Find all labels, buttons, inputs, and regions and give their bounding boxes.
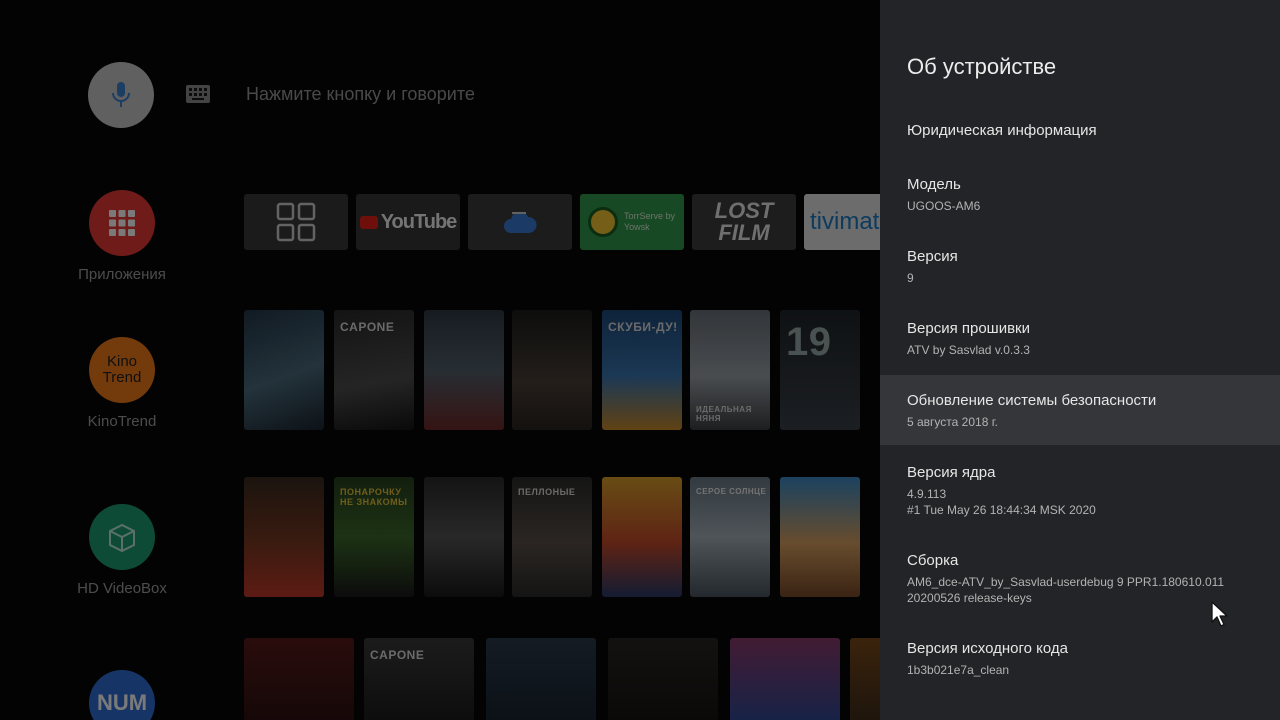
app-tile-tivimate[interactable]: tivimate <box>804 194 880 250</box>
launcher-background: Нажмите кнопку и говорите Приложения Kin… <box>0 0 880 720</box>
poster[interactable]: СЕРОЕ СОЛНЦЕ <box>690 477 770 597</box>
kinotrend-logo: Kino Trend <box>89 337 155 403</box>
keyboard-icon[interactable] <box>186 85 210 103</box>
poster[interactable] <box>608 638 718 720</box>
app-tile-cloud[interactable] <box>468 194 572 250</box>
poster[interactable] <box>424 477 504 597</box>
nav-kinotrend-label: KinoTrend <box>87 413 157 430</box>
poster[interactable]: 19 <box>780 310 860 430</box>
mouse-pointer-icon <box>1211 601 1228 627</box>
item-source-version[interactable]: Версия исходного кода 1b3b021e7a_clean <box>880 639 1280 699</box>
box-icon <box>109 523 135 553</box>
item-value-line2: #1 Tue May 26 18:44:34 MSK 2020 <box>907 503 1096 517</box>
panel-title: Об устройстве <box>907 54 1057 79</box>
item-firmware-version[interactable]: Версия прошивки ATV by Sasvlad v.0.3.3 <box>880 319 1280 379</box>
nav-hdvideobox-label: HD VideoBox <box>77 580 167 597</box>
item-value: 1b3b021e7a_clean <box>907 663 1010 677</box>
search-hint[interactable]: Нажмите кнопку и говорите <box>246 84 475 105</box>
microphone-icon <box>112 82 130 107</box>
poster[interactable] <box>424 310 504 430</box>
item-title: Версия ядра <box>907 464 996 481</box>
poster[interactable] <box>244 638 354 720</box>
poster[interactable]: CAPONE <box>334 310 414 430</box>
voice-search-button[interactable] <box>88 62 154 128</box>
item-security-update[interactable]: Обновление системы безопасности 5 август… <box>880 375 1280 445</box>
item-title: Версия исходного кода <box>907 640 1068 657</box>
poster[interactable]: CAPONE <box>364 638 474 720</box>
cloud-icon <box>504 211 537 233</box>
item-model[interactable]: Модель UGOOS-AM6 <box>880 175 1280 235</box>
nav-num[interactable]: NUM <box>72 670 172 720</box>
poster[interactable]: ПОНАРОЧКУ НЕ ЗНАКОМЫ <box>334 477 414 597</box>
item-value: 4.9.113 <box>907 487 947 501</box>
item-legal-info[interactable]: Юридическая информация <box>880 121 1280 161</box>
poster[interactable] <box>486 638 596 720</box>
item-kernel-version[interactable]: Версия ядра 4.9.113 #1 Tue May 26 18:44:… <box>880 463 1280 533</box>
item-version[interactable]: Версия 9 <box>880 247 1280 307</box>
item-value: AM6_dce-ATV_by_Sasvlad-userdebug 9 PPR1.… <box>907 575 1225 589</box>
item-title: Обновление системы безопасности <box>907 392 1157 409</box>
item-title: Версия прошивки <box>907 320 1030 337</box>
app-tile-all-apps[interactable] <box>244 194 348 250</box>
poster[interactable] <box>602 477 682 597</box>
apps-grid-icon <box>276 202 316 242</box>
num-logo: NUM <box>89 670 155 720</box>
poster[interactable] <box>850 638 880 720</box>
app-tile-youtube[interactable]: YouTube <box>356 194 460 250</box>
item-title: Модель <box>907 176 961 193</box>
item-title: Сборка <box>907 552 959 569</box>
poster[interactable]: ПЕЛЛОНЫЕ <box>512 477 592 597</box>
poster[interactable] <box>244 310 324 430</box>
nav-hdvideobox[interactable]: HD VideoBox <box>72 504 172 597</box>
youtube-icon <box>359 215 378 229</box>
hdvideobox-logo <box>89 504 155 570</box>
item-value: ATV by Sasvlad v.0.3.3 <box>907 343 1030 357</box>
item-title: Версия <box>907 248 958 265</box>
poster[interactable] <box>780 477 860 597</box>
nav-apps[interactable]: Приложения <box>72 190 172 283</box>
item-value: UGOOS-AM6 <box>907 199 981 213</box>
nav-kinotrend[interactable]: Kino Trend KinoTrend <box>72 337 172 430</box>
item-value: 5 августа 2018 г. <box>907 415 998 429</box>
poster[interactable]: ИДЕАЛЬНАЯ НЯНЯ <box>690 310 770 430</box>
app-tile-lostfilm[interactable]: LOST FILM <box>692 194 796 250</box>
poster[interactable]: СКУБИ-ДУ! <box>602 310 682 430</box>
torrserve-icon <box>588 207 618 237</box>
poster[interactable] <box>730 638 840 720</box>
poster[interactable] <box>512 310 592 430</box>
item-title: Юридическая информация <box>907 122 1097 139</box>
poster[interactable] <box>244 477 324 597</box>
item-value: 9 <box>907 271 914 285</box>
apps-icon <box>89 190 155 256</box>
nav-apps-label: Приложения <box>78 266 166 283</box>
app-tile-torrserve[interactable]: TorrServe by Yowsk <box>580 194 684 250</box>
